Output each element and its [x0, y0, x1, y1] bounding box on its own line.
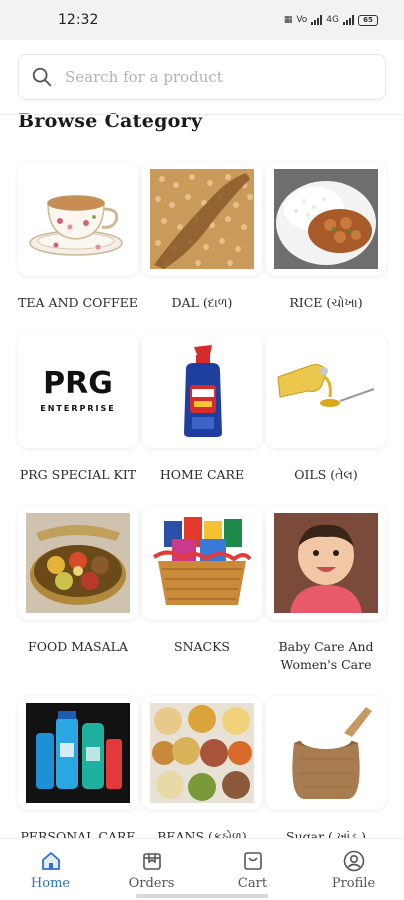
sugar-sack-image — [266, 696, 386, 810]
nav-profile[interactable]: Profile — [314, 849, 394, 891]
category-label: DAL (દાળ) — [171, 295, 233, 310]
search-bar[interactable] — [18, 54, 386, 100]
home-icon — [41, 852, 60, 870]
category-label: Sugar ( ખાંડ ) — [286, 829, 366, 838]
category-label: RICE (ચોખા) — [289, 295, 363, 310]
category-label: PRG SPECIAL KIT — [19, 467, 137, 482]
baby-image — [266, 506, 386, 620]
category-label: FOOD MASALA — [28, 639, 128, 654]
category-card[interactable]: FOOD MASALA — [18, 506, 138, 656]
category-card[interactable]: OILS (તેલ) — [266, 334, 386, 484]
search-input[interactable] — [53, 55, 385, 99]
home-indicator — [136, 894, 268, 898]
category-card[interactable]: BEANS (કઠોળ) — [142, 696, 262, 838]
rice-curry-image — [266, 162, 386, 276]
svg-text:PRG: PRG — [43, 366, 113, 401]
nav-orders[interactable]: Orders — [112, 849, 192, 891]
cart-icon — [243, 852, 262, 870]
profile-icon — [343, 850, 364, 872]
nav-cart[interactable]: Cart — [213, 849, 293, 891]
category-label: SNACKS — [174, 639, 230, 654]
status-icons: ▦ Vo 4G 65 — [283, 14, 378, 26]
tea-cup-image — [18, 162, 138, 276]
status-time: 12:32 — [58, 12, 99, 28]
category-card[interactable]: DAL (દાળ) — [142, 162, 262, 312]
signal-icon-2 — [343, 15, 354, 25]
category-grid: TEA AND COFFEE DAL (દાળ) RICE (ચોખા) PRG… — [0, 140, 404, 838]
category-label: OILS (તેલ) — [294, 467, 358, 482]
signal-icon — [311, 15, 323, 25]
nav-label-orders: Orders — [128, 876, 175, 891]
category-card[interactable]: TEA AND COFFEE — [18, 162, 138, 312]
bottom-nav: Home Orders Cart Profile — [0, 838, 404, 900]
category-card[interactable]: RICE (ચોખા) — [266, 162, 386, 312]
mouthwash-image — [18, 696, 138, 810]
category-label: PERSONAL CARE — [20, 829, 136, 838]
network-speed-icon: ▦ — [283, 15, 293, 25]
category-card[interactable]: PRG ENTERPRISE PRG SPECIAL KIT — [18, 334, 138, 484]
masala-box-image — [18, 506, 138, 620]
category-card[interactable]: HOME CARE — [142, 334, 262, 484]
category-card[interactable]: Sugar ( ખાંડ ) — [266, 696, 386, 838]
orders-icon — [142, 853, 161, 870]
dal-grains-image — [142, 162, 262, 276]
category-card[interactable]: PERSONAL CARE — [18, 696, 138, 838]
toilet-cleaner-image — [142, 334, 262, 448]
battery-icon: 65 — [358, 14, 378, 26]
category-label: BEANS (કઠોળ) — [157, 829, 247, 838]
prg-logo-image: PRG ENTERPRISE — [18, 334, 138, 448]
category-label: TEA AND COFFEE — [18, 295, 138, 310]
category-card[interactable]: SNACKS — [142, 506, 262, 656]
nav-label-home: Home — [30, 876, 71, 891]
beans-bowls-image — [142, 696, 262, 810]
category-label: Baby Care And Women's Care — [278, 639, 374, 672]
nav-label-profile: Profile — [331, 876, 376, 891]
4g-signal-icon: 4G — [326, 15, 339, 25]
search-icon — [32, 67, 52, 87]
snack-basket-image — [142, 506, 262, 620]
nav-home[interactable]: Home — [11, 849, 91, 891]
status-bar: 12:32 ▦ Vo 4G 65 — [0, 0, 404, 40]
header-divider — [0, 114, 404, 115]
oil-pour-image — [266, 334, 386, 448]
category-card[interactable]: Baby Care And Women's Care — [266, 506, 386, 674]
volte-icon: Vo — [296, 15, 308, 25]
category-label: HOME CARE — [159, 467, 245, 482]
svg-text:ENTERPRISE: ENTERPRISE — [40, 404, 115, 413]
nav-label-cart: Cart — [237, 876, 268, 891]
